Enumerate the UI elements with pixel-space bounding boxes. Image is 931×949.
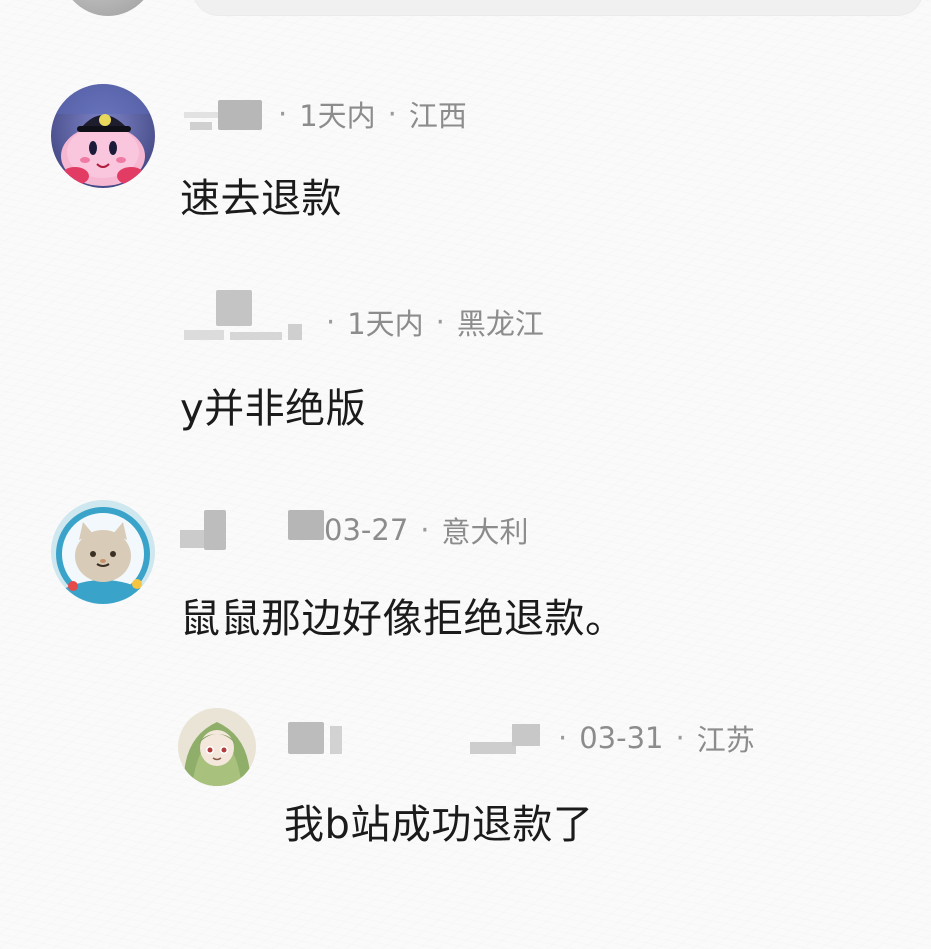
username-redacted[interactable] bbox=[284, 718, 546, 758]
comment-content[interactable]: 我b站成功退款了 bbox=[284, 792, 593, 850]
separator-dot: · bbox=[558, 721, 568, 755]
separator-dot: · bbox=[326, 305, 336, 339]
comment-time: 03-31 bbox=[579, 721, 664, 755]
comment-meta: 03-27 · 意大利 bbox=[180, 508, 529, 552]
comment-meta: · 1天内 · 江西 bbox=[180, 92, 467, 136]
username-redacted[interactable] bbox=[180, 510, 324, 550]
comment-time: 03-27 bbox=[324, 513, 409, 547]
comment-time: 1天内 bbox=[299, 99, 376, 133]
kirby-plush-avatar-icon[interactable] bbox=[51, 84, 155, 188]
comment-location: 黑龙江 bbox=[456, 307, 544, 341]
separator-dot: · bbox=[675, 721, 685, 755]
comment-content[interactable]: 鼠鼠那边好像拒绝退款。 bbox=[180, 586, 626, 644]
cat-astronaut-avatar-icon[interactable] bbox=[51, 500, 155, 604]
comment-meta: · 03-31 · 江苏 bbox=[284, 716, 755, 760]
comment-input-bar[interactable] bbox=[192, 0, 924, 16]
comment-location: 意大利 bbox=[441, 515, 529, 549]
separator-dot: · bbox=[435, 305, 445, 339]
comment-content[interactable]: y并非绝版 bbox=[180, 376, 366, 434]
green-hair-girl-avatar-icon[interactable] bbox=[178, 708, 256, 786]
comment-time: 1天内 bbox=[347, 307, 424, 341]
comment-location: 江西 bbox=[408, 99, 467, 133]
comment-content[interactable]: 速去退款 bbox=[180, 166, 342, 224]
comment-location: 江苏 bbox=[696, 723, 755, 757]
separator-dot: · bbox=[278, 97, 288, 131]
separator-dot: · bbox=[387, 97, 397, 131]
previous-avatar[interactable] bbox=[58, 0, 158, 16]
username-redacted[interactable] bbox=[180, 290, 314, 342]
comment-meta: · 1天内 · 黑龙江 bbox=[180, 290, 544, 344]
separator-dot: · bbox=[420, 513, 430, 547]
username-redacted[interactable] bbox=[180, 94, 266, 134]
